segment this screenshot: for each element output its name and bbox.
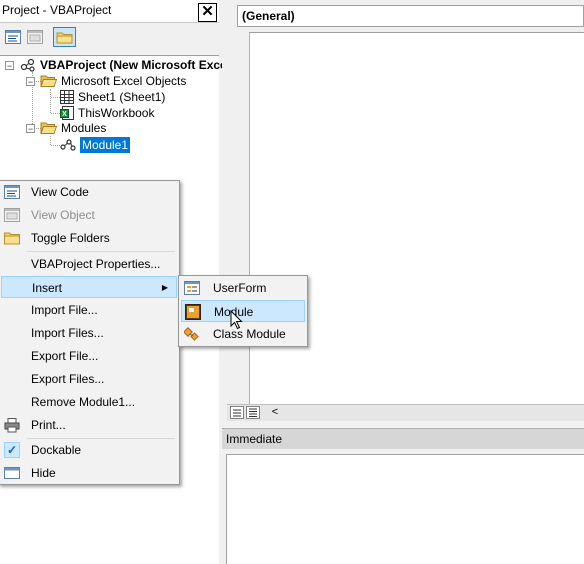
tree-item-label: Microsoft Excel Objects (61, 74, 187, 88)
menu-import-files[interactable]: Import Files... (1, 322, 177, 344)
menu-item-label: Export Files... (31, 372, 105, 386)
folder-icon (56, 32, 73, 44)
view-object-icon (27, 30, 43, 44)
menu-item-label: Dockable (31, 443, 82, 457)
project-explorer-title: Project - VBAProject (2, 3, 112, 17)
menu-item-label: Export File... (31, 349, 99, 363)
full-module-view-icon (249, 408, 257, 417)
menu-export-file[interactable]: Export File... (1, 345, 177, 367)
workbook-icon: X (60, 106, 74, 120)
mouse-cursor-icon (230, 310, 243, 330)
menu-item-label: VBAProject Properties... (31, 257, 161, 271)
collapse-toggle[interactable]: − (5, 61, 14, 71)
tree-item-label: Modules (61, 121, 107, 135)
printer-icon (4, 418, 20, 433)
folder-open-icon (40, 122, 57, 134)
tree-guide-line (50, 136, 51, 145)
menu-item-label: Import Files... (31, 326, 104, 340)
tree-item-label: VBAProject (New Microsoft Exce (40, 58, 227, 72)
code-editor[interactable] (250, 32, 584, 405)
menu-item-label: Class Module (213, 327, 286, 341)
tree-guide-line (51, 145, 60, 146)
checkmark-icon: ✓ (4, 442, 20, 458)
project-explorer-titlebar: Project - VBAProject ✕ (0, 0, 219, 23)
tree-guide-line (50, 89, 51, 113)
menu-dockable[interactable]: ✓ Dockable (1, 439, 177, 461)
project-explorer-toolbar: ▼ (0, 24, 219, 73)
menu-item-label: View Code (31, 185, 89, 199)
tree-item-excel-objects[interactable]: Microsoft Excel Objects (40, 73, 186, 89)
immediate-window-title: Immediate (222, 428, 584, 449)
collapse-toggle[interactable]: − (26, 124, 35, 134)
tree-item-label: Sheet1 (Sheet1) (78, 90, 166, 104)
menu-item-label: UserForm (213, 281, 267, 295)
userform-icon (184, 281, 200, 295)
immediate-window[interactable] (226, 454, 584, 564)
code-margin-indicator-bar (227, 32, 250, 404)
svg-text:X: X (62, 111, 67, 118)
view-object-button[interactable] (25, 27, 45, 47)
context-menu: View Code View Object Toggle Folders VBA… (0, 180, 180, 485)
menu-item-label: Toggle Folders (31, 231, 110, 245)
folder-open-icon (40, 75, 57, 87)
submenu-userform[interactable]: UserForm (181, 277, 305, 299)
tree-item-thisworkbook[interactable]: X ThisWorkbook (60, 105, 154, 121)
close-icon[interactable]: ✕ (198, 3, 217, 22)
class-module-icon (184, 327, 199, 341)
menu-view-code[interactable]: View Code (1, 181, 177, 203)
view-code-icon (5, 30, 21, 44)
procedure-view-icon (233, 409, 241, 417)
tree-item-label: ThisWorkbook (78, 106, 155, 120)
module-icon (60, 139, 76, 151)
tree-item-modules[interactable]: Modules (40, 120, 106, 136)
view-code-button[interactable] (3, 27, 23, 47)
submenu-arrow-icon: ▶ (161, 283, 168, 292)
menu-insert[interactable]: Insert ▶ (1, 276, 177, 298)
tree-item-vbaproject[interactable]: VBAProject (New Microsoft Exce (20, 57, 227, 73)
module-icon (185, 304, 201, 320)
full-module-view-button[interactable] (246, 406, 260, 419)
menu-project-properties[interactable]: VBAProject Properties... (1, 253, 177, 275)
view-object-icon (4, 208, 20, 222)
object-dropdown[interactable]: (General) (237, 5, 584, 27)
menu-item-label: View Object (31, 208, 95, 222)
menu-view-object: View Object (1, 204, 177, 226)
tree-item-module1[interactable]: Module1 (60, 136, 132, 154)
vba-project-icon (20, 58, 35, 72)
menu-separator (27, 251, 175, 252)
collapse-toggle[interactable]: − (26, 77, 35, 87)
hide-window-icon (4, 467, 20, 479)
view-code-icon (4, 185, 20, 199)
procedure-view-button[interactable] (230, 406, 244, 419)
menu-print[interactable]: Print... (1, 414, 177, 436)
menu-item-label: Print... (31, 418, 66, 432)
toggle-folders-button[interactable] (53, 27, 76, 47)
menu-remove-module[interactable]: Remove Module1... (1, 391, 177, 413)
menu-hide[interactable]: Hide (1, 462, 177, 484)
tree-guide-line (51, 113, 60, 114)
menu-item-label: Remove Module1... (31, 395, 136, 409)
worksheet-icon (60, 90, 74, 104)
menu-item-label: Insert (32, 281, 63, 295)
tree-guide-line (51, 97, 60, 98)
menu-import-file[interactable]: Import File... (1, 299, 177, 321)
tree-item-sheet1[interactable]: Sheet1 (Sheet1) (60, 89, 165, 105)
scroll-left-arrow[interactable]: < (268, 404, 282, 420)
tree-item-label: Module1 (78, 136, 132, 154)
menu-item-label: Hide (31, 466, 56, 480)
menu-toggle-folders[interactable]: Toggle Folders (1, 227, 177, 249)
folder-icon (4, 232, 20, 245)
menu-export-files[interactable]: Export Files... (1, 368, 177, 390)
menu-item-label: Import File... (31, 303, 98, 317)
